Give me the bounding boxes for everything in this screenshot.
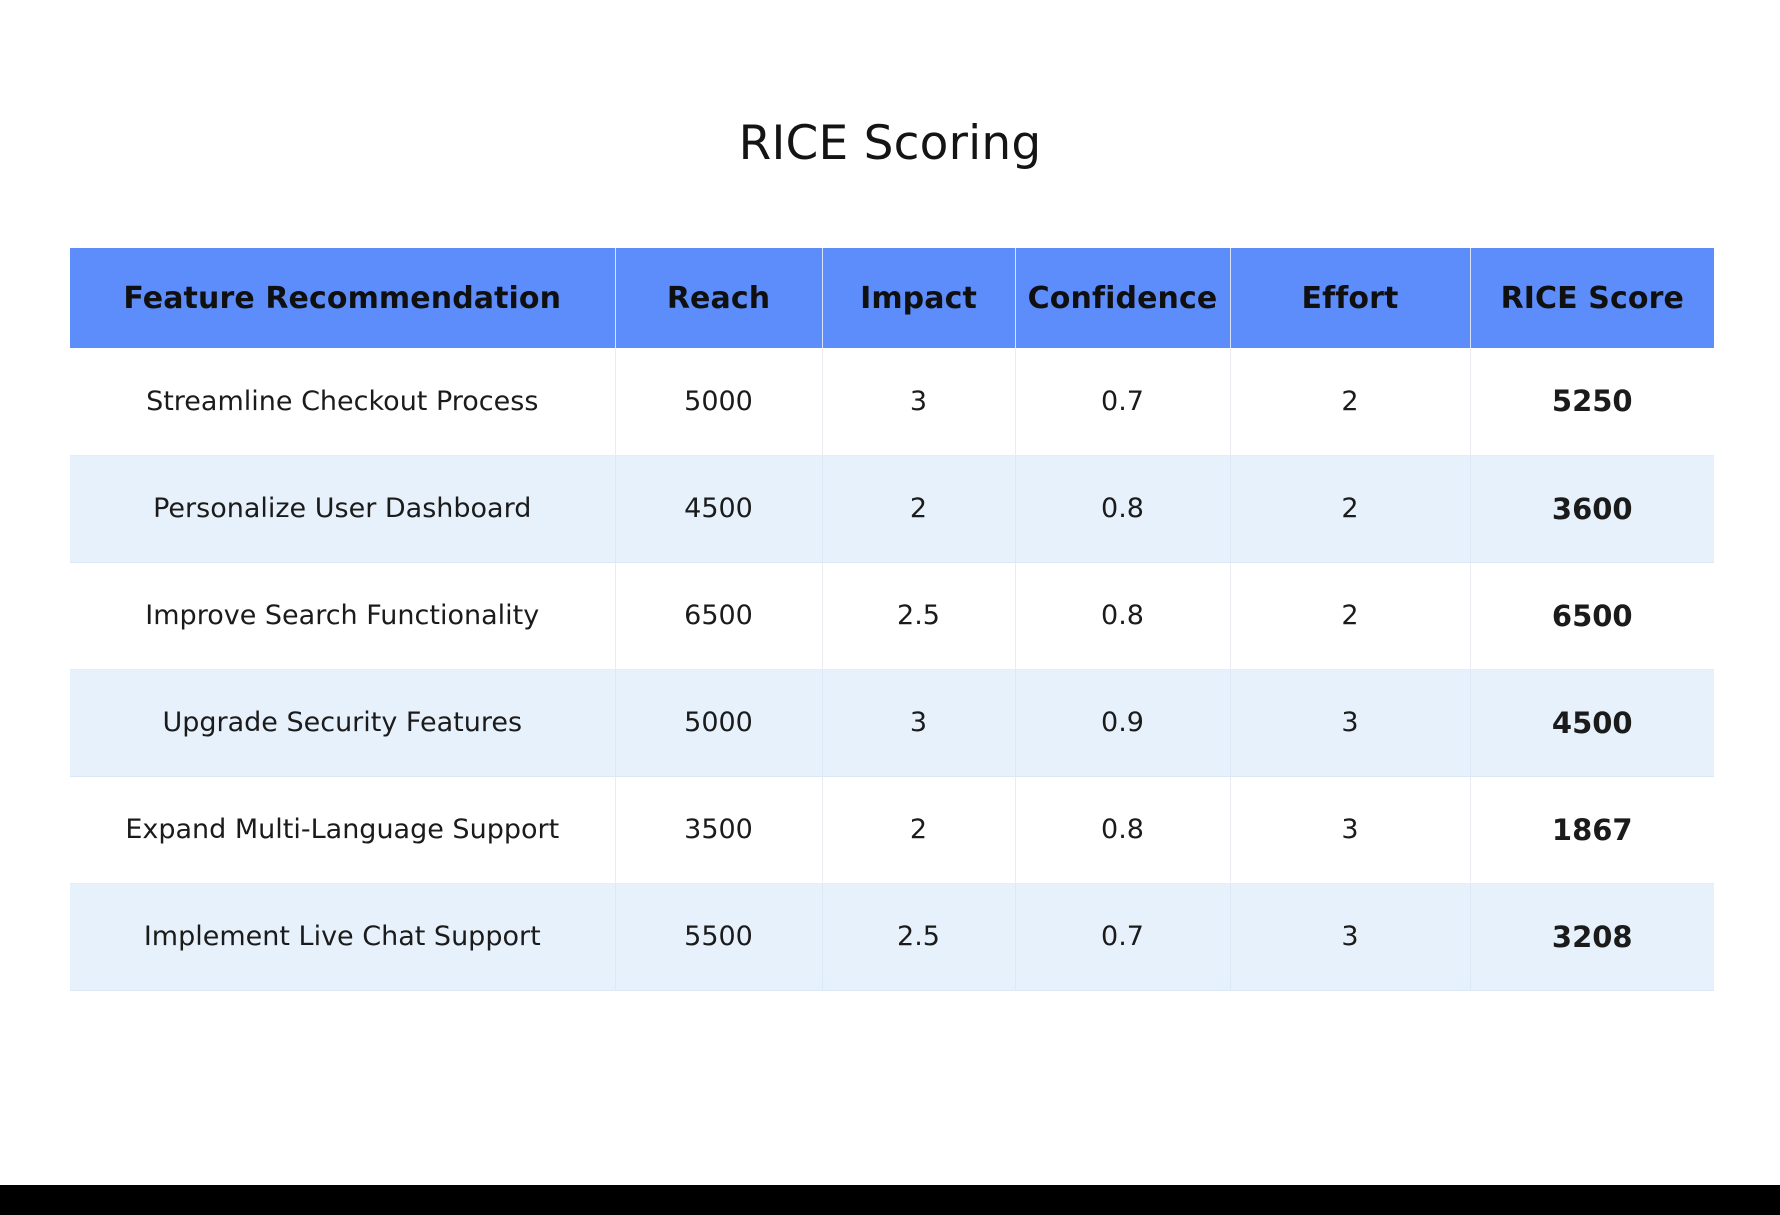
column-header-effort[interactable]: Effort bbox=[1230, 248, 1471, 348]
cell-reach: 3500 bbox=[615, 776, 823, 884]
cell-rice-score: 4500 bbox=[1470, 669, 1714, 777]
cell-effort: 2 bbox=[1230, 348, 1471, 456]
cell-rice-score: 3600 bbox=[1470, 455, 1714, 563]
table-row[interactable]: Personalize User Dashboard 4500 2 0.8 2 … bbox=[70, 455, 1714, 563]
cell-effort: 3 bbox=[1230, 776, 1471, 884]
table-row[interactable]: Upgrade Security Features 5000 3 0.9 3 4… bbox=[70, 669, 1714, 777]
cell-feature: Streamline Checkout Process bbox=[70, 348, 616, 456]
rice-scoring-table-container: Feature Recommendation Reach Impact Conf… bbox=[70, 248, 1714, 991]
table-header-row: Feature Recommendation Reach Impact Conf… bbox=[70, 248, 1714, 348]
column-header-reach[interactable]: Reach bbox=[615, 248, 823, 348]
table-row[interactable]: Improve Search Functionality 6500 2.5 0.… bbox=[70, 562, 1714, 670]
bottom-letterbox-bar bbox=[0, 1185, 1780, 1215]
cell-rice-score: 5250 bbox=[1470, 348, 1714, 456]
cell-confidence: 0.9 bbox=[1015, 669, 1231, 777]
table-body: Streamline Checkout Process 5000 3 0.7 2… bbox=[70, 348, 1714, 991]
column-header-score[interactable]: RICE Score bbox=[1470, 248, 1714, 348]
cell-feature: Personalize User Dashboard bbox=[70, 455, 616, 563]
cell-confidence: 0.8 bbox=[1015, 455, 1231, 563]
cell-confidence: 0.7 bbox=[1015, 883, 1231, 991]
cell-confidence: 0.8 bbox=[1015, 562, 1231, 670]
cell-impact: 2 bbox=[822, 776, 1016, 884]
column-header-confidence[interactable]: Confidence bbox=[1015, 248, 1231, 348]
cell-reach: 5000 bbox=[615, 348, 823, 456]
cell-impact: 2.5 bbox=[822, 562, 1016, 670]
cell-effort: 3 bbox=[1230, 669, 1471, 777]
cell-effort: 2 bbox=[1230, 455, 1471, 563]
rice-scoring-table: Feature Recommendation Reach Impact Conf… bbox=[70, 248, 1714, 991]
cell-reach: 5500 bbox=[615, 883, 823, 991]
cell-reach: 5000 bbox=[615, 669, 823, 777]
table-row[interactable]: Expand Multi-Language Support 3500 2 0.8… bbox=[70, 776, 1714, 884]
cell-impact: 3 bbox=[822, 348, 1016, 456]
column-header-impact[interactable]: Impact bbox=[822, 248, 1016, 348]
cell-confidence: 0.7 bbox=[1015, 348, 1231, 456]
cell-feature: Improve Search Functionality bbox=[70, 562, 616, 670]
cell-reach: 4500 bbox=[615, 455, 823, 563]
slide-canvas: RICE Scoring Feature Recommendation Reac… bbox=[0, 0, 1780, 1215]
cell-rice-score: 1867 bbox=[1470, 776, 1714, 884]
table-row[interactable]: Streamline Checkout Process 5000 3 0.7 2… bbox=[70, 348, 1714, 456]
cell-feature: Expand Multi-Language Support bbox=[70, 776, 616, 884]
column-header-feature[interactable]: Feature Recommendation bbox=[70, 248, 616, 348]
cell-confidence: 0.8 bbox=[1015, 776, 1231, 884]
cell-feature: Upgrade Security Features bbox=[70, 669, 616, 777]
cell-impact: 2 bbox=[822, 455, 1016, 563]
table-header: Feature Recommendation Reach Impact Conf… bbox=[70, 248, 1714, 348]
cell-rice-score: 3208 bbox=[1470, 883, 1714, 991]
cell-impact: 3 bbox=[822, 669, 1016, 777]
cell-feature: Implement Live Chat Support bbox=[70, 883, 616, 991]
cell-rice-score: 6500 bbox=[1470, 562, 1714, 670]
cell-effort: 3 bbox=[1230, 883, 1471, 991]
cell-effort: 2 bbox=[1230, 562, 1471, 670]
cell-impact: 2.5 bbox=[822, 883, 1016, 991]
page-title: RICE Scoring bbox=[738, 116, 1042, 171]
cell-reach: 6500 bbox=[615, 562, 823, 670]
table-row[interactable]: Implement Live Chat Support 5500 2.5 0.7… bbox=[70, 883, 1714, 991]
